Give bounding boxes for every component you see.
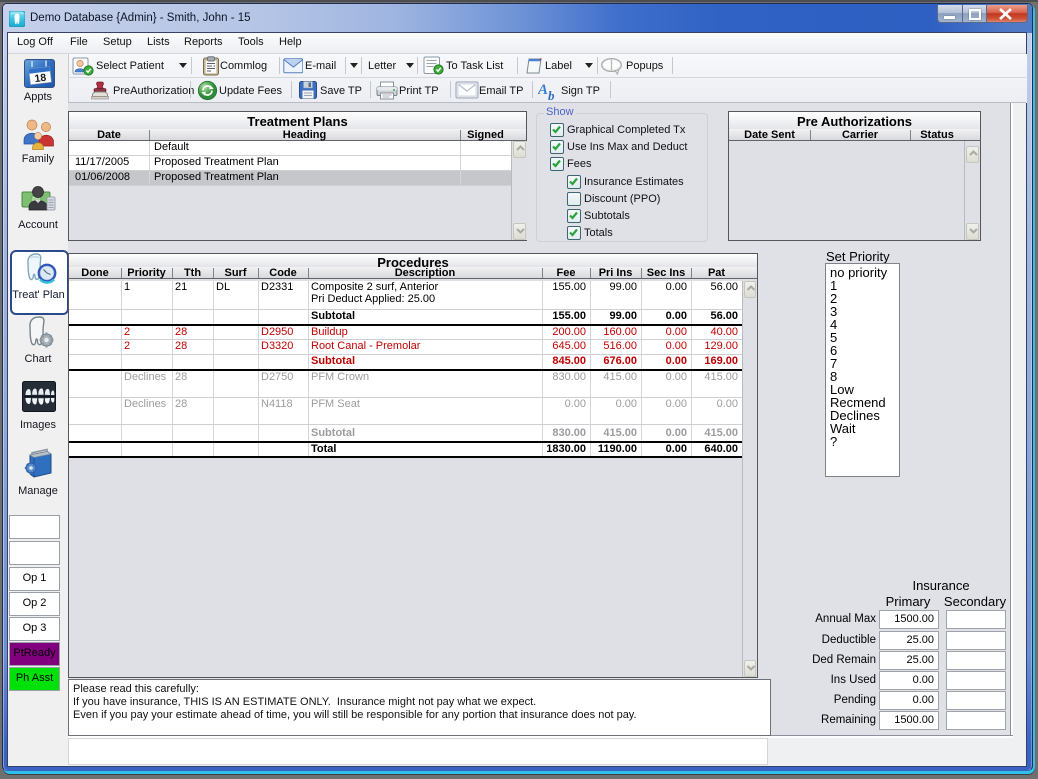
svg-text:b: b (548, 88, 555, 102)
svg-text:A: A (538, 82, 548, 98)
svg-text:18: 18 (34, 72, 47, 85)
